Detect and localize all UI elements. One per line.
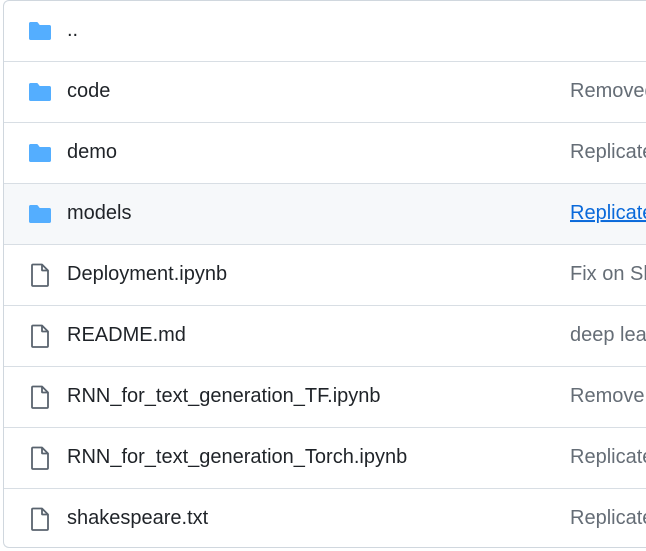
file-row-name[interactable]: models xyxy=(67,202,131,225)
file-row-name[interactable]: README.md xyxy=(67,324,186,347)
file-icon xyxy=(27,385,53,409)
file-row-name[interactable]: RNN_for_text_generation_Torch.ipynb xyxy=(67,446,407,469)
file-row-name[interactable]: code xyxy=(67,80,110,103)
file-row-models[interactable]: models Replicate xyxy=(4,183,646,244)
file-row-rnn-torch[interactable]: RNN_for_text_generation_Torch.ipynb Repl… xyxy=(4,427,646,488)
file-row-name[interactable]: RNN_for_text_generation_TF.ipynb xyxy=(67,385,381,408)
commit-message[interactable]: Replicate xyxy=(570,446,646,469)
file-list-table: .. code Removed demo Replicate models Re… xyxy=(3,0,646,548)
folder-icon xyxy=(27,80,53,104)
file-row-parent-directory[interactable]: .. xyxy=(4,1,646,61)
folder-icon xyxy=(27,202,53,226)
file-icon xyxy=(27,507,53,531)
file-icon xyxy=(27,263,53,287)
file-icon xyxy=(27,324,53,348)
file-row-name[interactable]: demo xyxy=(67,141,117,164)
commit-message[interactable]: Replicate xyxy=(570,507,646,530)
folder-icon xyxy=(27,141,53,165)
file-row-name[interactable]: shakespeare.txt xyxy=(67,507,208,530)
file-row-name[interactable]: .. xyxy=(67,19,78,42)
folder-icon xyxy=(27,19,53,43)
commit-message[interactable]: Fix on Sh xyxy=(570,263,646,286)
file-row-shakespeare[interactable]: shakespeare.txt Replicate xyxy=(4,488,646,547)
file-row-rnn-tf[interactable]: RNN_for_text_generation_TF.ipynb Remove xyxy=(4,366,646,427)
file-row-name[interactable]: Deployment.ipynb xyxy=(67,263,227,286)
file-row-readme[interactable]: README.md deep lea xyxy=(4,305,646,366)
file-row-code[interactable]: code Removed xyxy=(4,61,646,122)
commit-message-link[interactable]: Replicate xyxy=(570,202,646,225)
commit-message[interactable]: Removed xyxy=(570,80,646,103)
commit-message[interactable]: Replicate xyxy=(570,141,646,164)
file-row-demo[interactable]: demo Replicate xyxy=(4,122,646,183)
file-icon xyxy=(27,446,53,470)
commit-message[interactable]: Remove xyxy=(570,385,644,408)
commit-message[interactable]: deep lea xyxy=(570,324,646,347)
file-row-deployment[interactable]: Deployment.ipynb Fix on Sh xyxy=(4,244,646,305)
